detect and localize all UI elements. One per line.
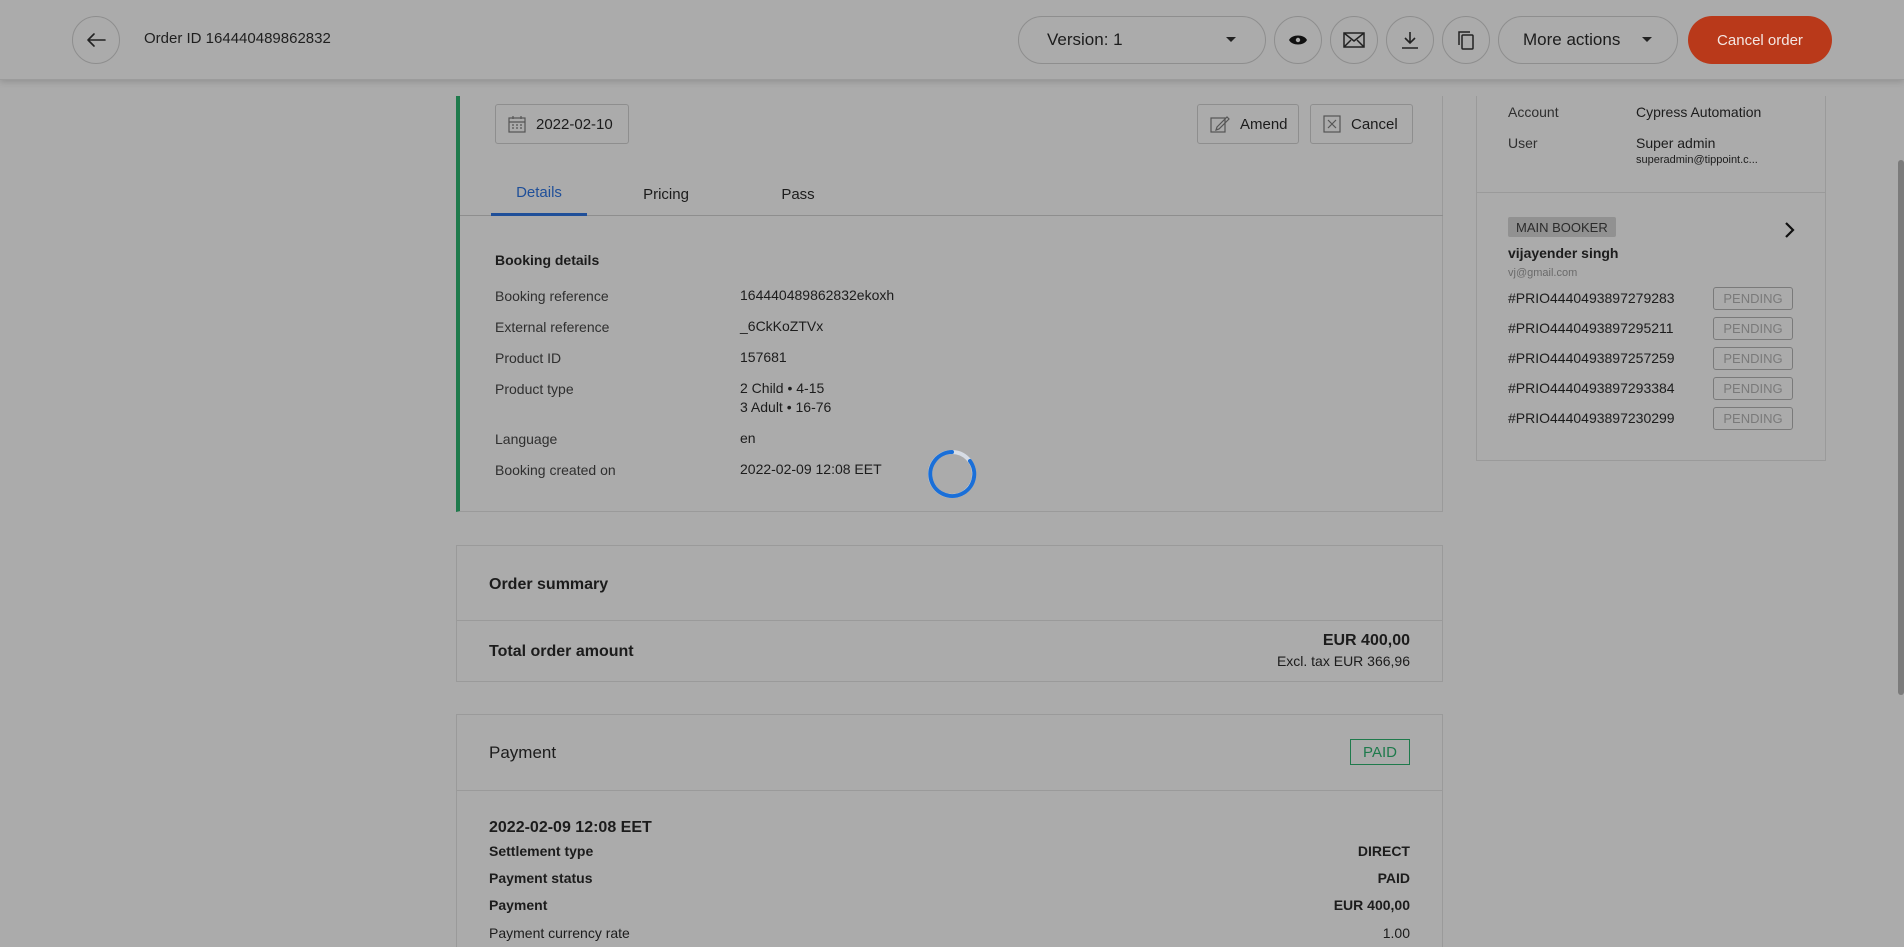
product-id-label: Product ID bbox=[495, 350, 562, 366]
email-button[interactable] bbox=[1330, 16, 1378, 64]
tab-details[interactable]: Details bbox=[491, 172, 587, 216]
language-value: en bbox=[740, 430, 756, 446]
top-bar: Order ID 164440489862832 Version: 1 More… bbox=[0, 0, 1904, 80]
settlement-type-label: Settlement type bbox=[489, 843, 594, 859]
status-badge: PENDING bbox=[1713, 377, 1793, 400]
calendar-icon bbox=[508, 116, 526, 133]
payment-title: Payment bbox=[489, 743, 557, 762]
amend-button[interactable]: Amend bbox=[1197, 104, 1299, 144]
copy-icon bbox=[1458, 31, 1474, 50]
booking-date: 2022-02-10 bbox=[536, 115, 613, 133]
download-button[interactable] bbox=[1386, 16, 1434, 64]
booker-name: vijayender singh bbox=[1508, 245, 1619, 261]
excl-tax-value: Excl. tax EUR 366,96 bbox=[1276, 653, 1410, 669]
cancel-label: Cancel bbox=[1351, 115, 1398, 133]
payment-status-value: PAID bbox=[1377, 870, 1410, 886]
status-badge: PENDING bbox=[1713, 287, 1793, 310]
external-reference-label: External reference bbox=[495, 319, 610, 335]
status-badge: PENDING bbox=[1713, 317, 1793, 340]
ticket-id[interactable]: #PRIO4440493897295211 bbox=[1508, 320, 1674, 336]
account-label: Account bbox=[1508, 104, 1559, 120]
product-type-value-line2: 3 Adult • 16-76 bbox=[740, 399, 832, 415]
booking-reference-value: 164440489862832ekoxh bbox=[740, 287, 895, 303]
language-label: Language bbox=[495, 431, 558, 447]
total-order-amount-value: EUR 400,00 bbox=[1322, 632, 1410, 649]
status-badge: PAID bbox=[1350, 739, 1410, 765]
ticket-id[interactable]: #PRIO4440493897257259 bbox=[1508, 350, 1675, 366]
more-actions-label: More actions bbox=[1523, 30, 1621, 49]
order-summary-card: Order summary Total order amount EUR 400… bbox=[456, 545, 1443, 682]
account-value: Cypress Automation bbox=[1636, 104, 1762, 120]
order-summary-title: Order summary bbox=[489, 576, 609, 593]
user-email: superadmin@tippoint.c... bbox=[1636, 154, 1758, 166]
main-booker-badge: MAIN BOOKER bbox=[1508, 217, 1616, 237]
ticket-id[interactable]: #PRIO4440493897230299 bbox=[1508, 410, 1675, 426]
payment-status-label: Payment status bbox=[489, 870, 593, 886]
ticket-id[interactable]: #PRIO4440493897293384 bbox=[1508, 380, 1675, 396]
side-panel: Account Cypress Automation User Super ad… bbox=[1476, 96, 1826, 461]
payment-currency-rate-value: 1.00 bbox=[1382, 925, 1410, 941]
payment-card: Payment PAID 2022-02-09 12:08 EET Settle… bbox=[456, 714, 1443, 947]
loading-spinner-icon bbox=[928, 450, 977, 498]
cancel-order-button[interactable]: Cancel order bbox=[1688, 16, 1832, 64]
user-value: Super admin bbox=[1636, 135, 1716, 151]
payment-value: EUR 400,00 bbox=[1333, 897, 1410, 913]
payment-currency-rate-label: Payment currency rate bbox=[489, 925, 630, 941]
back-arrow-icon bbox=[87, 33, 106, 47]
status-badge: PENDING bbox=[1713, 407, 1793, 430]
payment-label: Payment bbox=[489, 897, 548, 913]
mail-icon bbox=[1343, 32, 1365, 48]
total-order-amount-label: Total order amount bbox=[489, 643, 634, 660]
more-actions-dropdown[interactable]: More actions bbox=[1498, 16, 1678, 64]
back-button[interactable] bbox=[72, 16, 120, 64]
divider bbox=[1477, 192, 1825, 193]
cancel-booking-button[interactable]: Cancel bbox=[1310, 104, 1413, 144]
version-select[interactable]: Version: 1 bbox=[1018, 16, 1266, 64]
external-reference-value: _6CkKoZTVx bbox=[740, 318, 824, 334]
booker-email: vj@gmail.com bbox=[1508, 267, 1578, 279]
download-icon bbox=[1402, 32, 1418, 49]
chevron-down-icon bbox=[1226, 37, 1236, 42]
close-box-icon bbox=[1323, 115, 1341, 133]
chevron-right-icon[interactable] bbox=[1779, 220, 1799, 240]
product-id-value: 157681 bbox=[740, 349, 787, 365]
order-id-title: Order ID 164440489862832 bbox=[144, 30, 331, 47]
settlement-type-value: DIRECT bbox=[1357, 843, 1410, 859]
payment-date: 2022-02-09 12:08 EET bbox=[489, 819, 652, 836]
chevron-down-icon bbox=[1642, 37, 1652, 42]
tab-pricing[interactable]: Pricing bbox=[618, 172, 714, 216]
preview-button[interactable] bbox=[1274, 16, 1322, 64]
edit-icon bbox=[1210, 116, 1230, 133]
product-type-label: Product type bbox=[495, 381, 574, 397]
booking-date-chip[interactable]: 2022-02-10 bbox=[495, 104, 629, 144]
booking-details-title: Booking details bbox=[495, 252, 600, 268]
booking-tabs: Details Pricing Pass bbox=[460, 172, 1443, 216]
user-label: User bbox=[1508, 135, 1538, 151]
tab-pass[interactable]: Pass bbox=[750, 172, 846, 216]
copy-button[interactable] bbox=[1442, 16, 1490, 64]
booking-created-value: 2022-02-09 12:08 EET bbox=[740, 461, 882, 477]
ticket-id[interactable]: #PRIO4440493897279283 bbox=[1508, 290, 1675, 306]
product-type-value-line1: 2 Child • 4-15 bbox=[740, 380, 825, 396]
status-badge: PENDING bbox=[1713, 347, 1793, 370]
page-scrollbar[interactable] bbox=[1898, 160, 1904, 695]
eye-icon bbox=[1289, 35, 1307, 45]
version-select-label: Version: 1 bbox=[1047, 30, 1123, 49]
booking-reference-label: Booking reference bbox=[495, 288, 609, 304]
booking-created-label: Booking created on bbox=[495, 462, 616, 478]
divider bbox=[457, 620, 1442, 621]
divider bbox=[457, 790, 1442, 791]
amend-label: Amend bbox=[1240, 115, 1288, 133]
